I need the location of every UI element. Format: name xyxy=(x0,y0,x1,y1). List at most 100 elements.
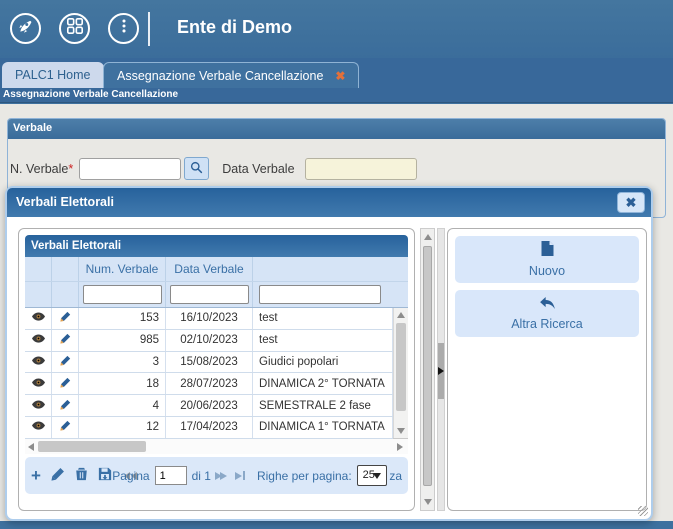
scrollbar-thumb[interactable] xyxy=(396,323,406,411)
edit-row-button[interactable] xyxy=(52,330,79,351)
table-vertical-scrollbar[interactable] xyxy=(393,308,408,438)
pencil-icon xyxy=(51,467,65,484)
rows-per-page-select[interactable]: 25 xyxy=(357,465,388,486)
altra-ricerca-button[interactable]: Altra Ricerca xyxy=(455,290,639,337)
modal-titlebar[interactable]: Verbali Elettorali ✖ xyxy=(7,188,651,217)
expand-right-icon xyxy=(438,367,444,375)
col-num-verbale[interactable]: Num. Verbale xyxy=(79,257,166,281)
rocket-button[interactable] xyxy=(10,13,41,44)
filter-data-input[interactable] xyxy=(170,285,249,304)
cell-num: 18 xyxy=(79,373,166,394)
pencil-icon xyxy=(60,311,71,325)
edit-row-button[interactable] xyxy=(52,308,79,329)
modal-resize-grip[interactable] xyxy=(638,506,648,516)
required-mark: * xyxy=(68,162,73,176)
page-of-label: di 1 xyxy=(192,469,211,483)
edit-row-button[interactable] xyxy=(52,373,79,394)
pencil-icon xyxy=(60,399,71,413)
modal-vertical-scrollbar[interactable] xyxy=(420,228,435,511)
edit-row-button[interactable] xyxy=(52,395,79,416)
trash-icon xyxy=(75,467,88,484)
nuovo-button[interactable]: Nuovo xyxy=(455,236,639,283)
cell-num: 12 xyxy=(79,417,166,438)
tab-label: PALC1 Home xyxy=(15,68,91,82)
filter-num-input[interactable] xyxy=(83,285,162,304)
scroll-up-icon[interactable] xyxy=(397,312,405,318)
rows-per-page-label: Righe per pagina: xyxy=(257,469,352,483)
app-window: Ente di Demo PALC1 Home Assegnazione Ver… xyxy=(0,0,673,529)
modal-close-button[interactable]: ✖ xyxy=(617,192,645,213)
pencil-icon xyxy=(60,333,71,347)
panel-splitter[interactable] xyxy=(437,228,445,511)
verbali-elettorali-modal: Verbali Elettorali ✖ Verbali Elettorali … xyxy=(5,186,653,521)
table-row[interactable]: 985 02/10/2023 test xyxy=(25,330,393,352)
tab-close-icon[interactable]: ✖ xyxy=(335,69,345,83)
view-row-button[interactable] xyxy=(25,417,52,438)
edit-row-button[interactable] xyxy=(52,352,79,373)
export-save-button[interactable] xyxy=(98,467,112,484)
view-row-button[interactable] xyxy=(25,352,52,373)
plus-icon: + xyxy=(31,466,41,486)
page-number-input[interactable] xyxy=(155,466,187,485)
header-divider xyxy=(148,12,150,46)
search-verbale-button[interactable] xyxy=(184,157,209,180)
pencil-icon xyxy=(60,355,71,369)
app-title: Ente di Demo xyxy=(177,17,292,38)
scroll-left-icon[interactable] xyxy=(28,443,34,451)
more-options-button[interactable] xyxy=(108,13,139,44)
verbali-table-panel: Verbali Elettorali Num. Verbale Data Ver… xyxy=(18,228,415,511)
table-row[interactable]: 12 17/04/2023 DINAMICA 1° TORNATA xyxy=(25,417,393,439)
view-row-button[interactable] xyxy=(25,373,52,394)
table-title: Verbali Elettorali xyxy=(25,235,408,257)
cell-data: 15/08/2023 xyxy=(166,352,253,373)
table-row[interactable]: 153 16/10/2023 test xyxy=(25,308,393,330)
scroll-up-icon[interactable] xyxy=(424,234,432,240)
altra-ricerca-label: Altra Ricerca xyxy=(511,317,583,331)
delete-button[interactable] xyxy=(75,467,88,484)
tab-assegnazione-verbale[interactable]: Assegnazione Verbale Cancellazione ✖ xyxy=(103,62,359,88)
cell-desc: DINAMICA 1° TORNATA xyxy=(253,417,393,438)
app-header: Ente di Demo xyxy=(0,0,673,58)
breadcrumb: Assegnazione Verbale Cancellazione xyxy=(0,88,673,103)
cell-data: 20/06/2023 xyxy=(166,395,253,416)
table-horizontal-scrollbar[interactable] xyxy=(25,439,408,454)
edit-row-button[interactable] xyxy=(52,417,79,438)
splitter-grip[interactable] xyxy=(438,343,444,399)
scroll-down-icon[interactable] xyxy=(397,428,405,434)
view-row-button[interactable] xyxy=(25,308,52,329)
modal-body: Verbali Elettorali Num. Verbale Data Ver… xyxy=(7,217,651,519)
cell-data: 28/07/2023 xyxy=(166,373,253,394)
tab-palc1-home[interactable]: PALC1 Home xyxy=(2,62,104,88)
scroll-right-icon[interactable] xyxy=(397,443,403,451)
tab-label: Assegnazione Verbale Cancellazione xyxy=(117,69,323,83)
add-row-button[interactable]: + xyxy=(31,466,41,486)
table-rows-area: 153 16/10/2023 test 985 02/10/2023 test xyxy=(25,308,408,439)
edit-button[interactable] xyxy=(51,467,65,484)
tab-bar: PALC1 Home Assegnazione Verbale Cancella… xyxy=(0,58,673,88)
scroll-down-icon[interactable] xyxy=(424,499,432,505)
eye-icon xyxy=(32,334,45,346)
data-verbale-input[interactable] xyxy=(305,158,417,180)
eye-icon xyxy=(32,400,45,412)
pencil-icon xyxy=(60,377,71,391)
view-row-button[interactable] xyxy=(25,395,52,416)
col-data-verbale[interactable]: Data Verbale xyxy=(166,257,253,281)
n-verbale-label: N. Verbale xyxy=(10,162,68,176)
n-verbale-input[interactable] xyxy=(79,158,181,180)
last-page-button[interactable] xyxy=(235,471,245,480)
table-row[interactable]: 4 20/06/2023 SEMESTRALE 2 fase xyxy=(25,395,393,417)
col-descrizione[interactable] xyxy=(253,257,408,281)
table-row[interactable]: 18 28/07/2023 DINAMICA 2° TORNATA xyxy=(25,373,393,395)
next-page-button[interactable] xyxy=(215,472,227,480)
eye-icon xyxy=(32,356,45,368)
chevron-down-icon xyxy=(373,473,381,479)
filter-desc-input[interactable] xyxy=(259,285,381,304)
view-row-button[interactable] xyxy=(25,330,52,351)
table-filter-row xyxy=(25,282,408,308)
apps-grid-button[interactable] xyxy=(59,13,90,44)
scrollbar-thumb[interactable] xyxy=(38,441,146,452)
table-row[interactable]: 3 15/08/2023 Giudici popolari xyxy=(25,352,393,374)
scrollbar-thumb[interactable] xyxy=(423,246,432,486)
pencil-icon xyxy=(60,420,71,434)
data-verbale-label: Data Verbale xyxy=(222,162,294,176)
